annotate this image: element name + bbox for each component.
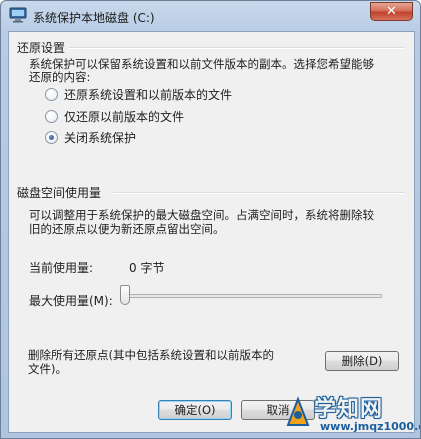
close-button[interactable]: ✕ (370, 2, 413, 21)
dialog-client-area: 还原设置 系统保护可以保留系统设置和以前文件版本的副本。选择您希望能够 还原的内… (8, 31, 415, 433)
site-watermark: 学知网 www.jmqz1000.com (284, 389, 420, 437)
radio-button[interactable] (45, 87, 58, 101)
radio-button-selected[interactable] (45, 130, 58, 144)
max-usage-label: 最大使用量(M): (29, 294, 113, 308)
radio-restore-system-and-files[interactable]: 还原系统设置和以前版本的文件 (45, 86, 232, 102)
watermark-brand: 学知网 (314, 397, 384, 422)
restore-settings-divider (69, 47, 405, 49)
radio-turn-off-protection[interactable]: 关闭系统保护 (45, 129, 136, 145)
disk-usage-divider (113, 192, 405, 194)
disk-usage-description-line1: 可以调整用于系统保护的最大磁盘空间。占满空间时，系统将删除较 (29, 208, 374, 222)
disk-usage-description-line2: 旧的还原点以便为新还原点留出空间。 (29, 222, 225, 236)
watermark-url: www.jmqz1000.com (320, 420, 420, 433)
window-title: 系统保护本地磁盘 (C:) (33, 11, 155, 25)
current-usage-value: 0 字节 (129, 261, 165, 275)
computer-icon (9, 7, 27, 23)
delete-restore-points-text-line2: 文件)。 (28, 362, 67, 376)
disk-usage-heading: 磁盘空间使用量 (17, 184, 106, 201)
delete-button[interactable]: 删除(D) (325, 351, 399, 371)
restore-settings-heading: 还原设置 (17, 39, 70, 56)
restore-settings-description-line2: 还原的内容: (29, 70, 91, 84)
title-bar[interactable]: 系统保护本地磁盘 (C:) ✕ (1, 1, 420, 31)
radio-label: 关闭系统保护 (64, 130, 137, 145)
delete-restore-points-text-line1: 删除所有还原点(其中包括系统设置和以前版本的 (28, 348, 274, 362)
radio-button[interactable] (45, 109, 58, 123)
watermark-logo-icon (286, 396, 310, 426)
restore-settings-description-line1: 系统保护可以保留系统设置和以前文件版本的副本。选择您希望能够 (29, 57, 374, 71)
current-usage-label: 当前使用量: (29, 261, 94, 275)
radio-label: 还原系统设置和以前版本的文件 (64, 87, 233, 102)
ok-button[interactable]: 确定(O) (158, 400, 232, 420)
radio-restore-files-only[interactable]: 仅还原以前版本的文件 (45, 108, 184, 124)
max-usage-slider-track[interactable] (124, 294, 382, 298)
radio-label: 仅还原以前版本的文件 (64, 109, 185, 124)
system-protection-dialog: 系统保护本地磁盘 (C:) ✕ 还原设置 系统保护可以保留系统设置和以前文件版本… (0, 0, 421, 439)
max-usage-slider-thumb[interactable] (120, 285, 130, 305)
